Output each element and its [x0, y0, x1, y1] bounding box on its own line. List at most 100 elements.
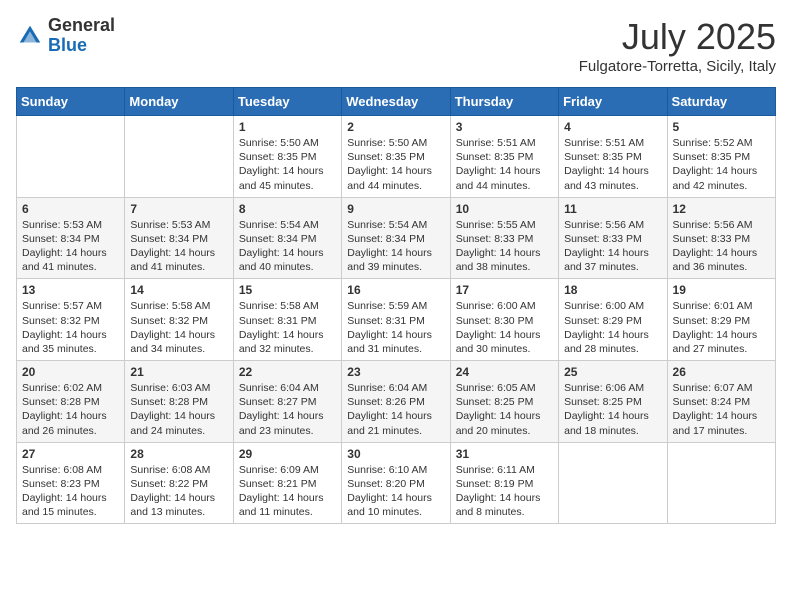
empty-cell [125, 116, 233, 198]
day-cell-22: 22 Sunrise: 6:04 AMSunset: 8:27 PMDayligh… [233, 361, 341, 443]
logo-general-text: General [48, 15, 115, 35]
day-number: 28 [130, 447, 227, 461]
day-info: Sunrise: 5:55 AMSunset: 8:33 PMDaylight:… [456, 218, 553, 275]
day-cell-20: 20 Sunrise: 6:02 AMSunset: 8:28 PMDayligh… [17, 361, 125, 443]
header-day-thursday: Thursday [450, 88, 558, 116]
day-cell-29: 29 Sunrise: 6:09 AMSunset: 8:21 PMDayligh… [233, 442, 341, 524]
day-cell-1: 1Sunrise: 5:50 AMSunset: 8:35 PMDaylight… [233, 116, 341, 198]
day-info: Sunrise: 5:53 AMSunset: 8:34 PMDaylight:… [22, 218, 119, 275]
day-cell-19: 19 Sunrise: 6:01 AMSunset: 8:29 PMDayligh… [667, 279, 775, 361]
empty-cell [559, 442, 667, 524]
day-cell-8: 8 Sunrise: 5:54 AMSunset: 8:34 PMDaylight… [233, 197, 341, 279]
day-info: Sunrise: 5:57 AMSunset: 8:32 PMDaylight:… [22, 299, 119, 356]
day-info: Sunrise: 5:54 AMSunset: 8:34 PMDaylight:… [239, 218, 336, 275]
day-cell-30: 30 Sunrise: 6:10 AMSunset: 8:20 PMDayligh… [342, 442, 450, 524]
empty-cell [667, 442, 775, 524]
header-day-monday: Monday [125, 88, 233, 116]
day-info: Sunrise: 5:50 AMSunset: 8:35 PMDaylight:… [347, 136, 444, 193]
day-cell-23: 23Sunrise: 6:04 AMSunset: 8:26 PMDayligh… [342, 361, 450, 443]
day-info: Sunrise: 5:52 AMSunset: 8:35 PMDaylight:… [673, 136, 770, 193]
day-cell-15: 15 Sunrise: 5:58 AMSunset: 8:31 PMDayligh… [233, 279, 341, 361]
day-number: 27 [22, 447, 119, 461]
day-info: Sunrise: 5:54 AMSunset: 8:34 PMDaylight:… [347, 218, 444, 275]
header-day-sunday: Sunday [17, 88, 125, 116]
day-number: 9 [347, 202, 444, 216]
day-info: Sunrise: 6:04 AMSunset: 8:27 PMDaylight:… [239, 381, 336, 438]
day-cell-2: 2 Sunrise: 5:50 AMSunset: 8:35 PMDaylight… [342, 116, 450, 198]
day-number: 13 [22, 283, 119, 297]
day-info: Sunrise: 6:04 AMSunset: 8:26 PMDaylight:… [347, 381, 444, 438]
day-info: Sunrise: 6:00 AMSunset: 8:29 PMDaylight:… [564, 299, 661, 356]
day-number: 2 [347, 120, 444, 134]
day-cell-17: 17Sunrise: 6:00 AMSunset: 8:30 PMDayligh… [450, 279, 558, 361]
header-row: SundayMondayTuesdayWednesdayThursdayFrid… [17, 88, 776, 116]
day-info: Sunrise: 6:07 AMSunset: 8:24 PMDaylight:… [673, 381, 770, 438]
day-number: 24 [456, 365, 553, 379]
day-info: Sunrise: 6:01 AMSunset: 8:29 PMDaylight:… [673, 299, 770, 356]
month-title: July 2025 [579, 16, 776, 58]
header-day-saturday: Saturday [667, 88, 775, 116]
day-number: 30 [347, 447, 444, 461]
day-info: Sunrise: 6:08 AMSunset: 8:22 PMDaylight:… [130, 463, 227, 520]
page-header: General Blue July 2025 Fulgatore-Torrett… [16, 16, 776, 75]
day-info: Sunrise: 5:56 AMSunset: 8:33 PMDaylight:… [673, 218, 770, 275]
day-number: 19 [673, 283, 770, 297]
day-number: 10 [456, 202, 553, 216]
day-info: Sunrise: 6:11 AMSunset: 8:19 PMDaylight:… [456, 463, 553, 520]
day-info: Sunrise: 6:08 AMSunset: 8:23 PMDaylight:… [22, 463, 119, 520]
day-cell-7: 7Sunrise: 5:53 AMSunset: 8:34 PMDaylight… [125, 197, 233, 279]
day-number: 4 [564, 120, 661, 134]
day-number: 6 [22, 202, 119, 216]
title-block: July 2025 Fulgatore-Torretta, Sicily, It… [579, 16, 776, 75]
day-info: Sunrise: 6:10 AMSunset: 8:20 PMDaylight:… [347, 463, 444, 520]
day-info: Sunrise: 6:02 AMSunset: 8:28 PMDaylight:… [22, 381, 119, 438]
day-cell-12: 12 Sunrise: 5:56 AMSunset: 8:33 PMDayligh… [667, 197, 775, 279]
day-number: 20 [22, 365, 119, 379]
day-cell-31: 31 Sunrise: 6:11 AMSunset: 8:19 PMDayligh… [450, 442, 558, 524]
calendar-week-3: 13 Sunrise: 5:57 AMSunset: 8:32 PMDayligh… [17, 279, 776, 361]
calendar-week-5: 27 Sunrise: 6:08 AMSunset: 8:23 PMDayligh… [17, 442, 776, 524]
day-cell-21: 21 Sunrise: 6:03 AMSunset: 8:28 PMDayligh… [125, 361, 233, 443]
calendar-header: SundayMondayTuesdayWednesdayThursdayFrid… [17, 88, 776, 116]
day-number: 8 [239, 202, 336, 216]
day-cell-9: 9 Sunrise: 5:54 AMSunset: 8:34 PMDaylight… [342, 197, 450, 279]
day-info: Sunrise: 6:09 AMSunset: 8:21 PMDaylight:… [239, 463, 336, 520]
calendar-week-4: 20 Sunrise: 6:02 AMSunset: 8:28 PMDayligh… [17, 361, 776, 443]
day-number: 15 [239, 283, 336, 297]
day-number: 14 [130, 283, 227, 297]
day-number: 22 [239, 365, 336, 379]
day-number: 12 [673, 202, 770, 216]
day-cell-10: 10 Sunrise: 5:55 AMSunset: 8:33 PMDayligh… [450, 197, 558, 279]
day-info: Sunrise: 5:59 AMSunset: 8:31 PMDaylight:… [347, 299, 444, 356]
day-number: 21 [130, 365, 227, 379]
day-cell-28: 28 Sunrise: 6:08 AMSunset: 8:22 PMDayligh… [125, 442, 233, 524]
day-cell-18: 18Sunrise: 6:00 AMSunset: 8:29 PMDayligh… [559, 279, 667, 361]
day-info: Sunrise: 6:05 AMSunset: 8:25 PMDaylight:… [456, 381, 553, 438]
day-number: 5 [673, 120, 770, 134]
day-number: 31 [456, 447, 553, 461]
day-info: Sunrise: 5:58 AMSunset: 8:32 PMDaylight:… [130, 299, 227, 356]
day-cell-13: 13 Sunrise: 5:57 AMSunset: 8:32 PMDayligh… [17, 279, 125, 361]
day-cell-14: 14 Sunrise: 5:58 AMSunset: 8:32 PMDayligh… [125, 279, 233, 361]
day-cell-16: 16Sunrise: 5:59 AMSunset: 8:31 PMDayligh… [342, 279, 450, 361]
calendar-week-2: 6 Sunrise: 5:53 AMSunset: 8:34 PMDaylight… [17, 197, 776, 279]
day-info: Sunrise: 6:03 AMSunset: 8:28 PMDaylight:… [130, 381, 227, 438]
empty-cell [17, 116, 125, 198]
logo-icon [16, 22, 44, 50]
day-number: 11 [564, 202, 661, 216]
location: Fulgatore-Torretta, Sicily, Italy [579, 58, 776, 75]
day-cell-4: 4Sunrise: 5:51 AMSunset: 8:35 PMDaylight… [559, 116, 667, 198]
header-day-friday: Friday [559, 88, 667, 116]
day-cell-26: 26Sunrise: 6:07 AMSunset: 8:24 PMDayligh… [667, 361, 775, 443]
logo: General Blue [16, 16, 115, 56]
day-info: Sunrise: 5:58 AMSunset: 8:31 PMDaylight:… [239, 299, 336, 356]
day-cell-6: 6 Sunrise: 5:53 AMSunset: 8:34 PMDaylight… [17, 197, 125, 279]
day-cell-11: 11Sunrise: 5:56 AMSunset: 8:33 PMDayligh… [559, 197, 667, 279]
day-number: 29 [239, 447, 336, 461]
day-cell-3: 3Sunrise: 5:51 AMSunset: 8:35 PMDaylight… [450, 116, 558, 198]
header-day-wednesday: Wednesday [342, 88, 450, 116]
calendar-week-1: 1Sunrise: 5:50 AMSunset: 8:35 PMDaylight… [17, 116, 776, 198]
day-cell-25: 25Sunrise: 6:06 AMSunset: 8:25 PMDayligh… [559, 361, 667, 443]
calendar-body: 1Sunrise: 5:50 AMSunset: 8:35 PMDaylight… [17, 116, 776, 524]
day-info: Sunrise: 5:51 AMSunset: 8:35 PMDaylight:… [456, 136, 553, 193]
